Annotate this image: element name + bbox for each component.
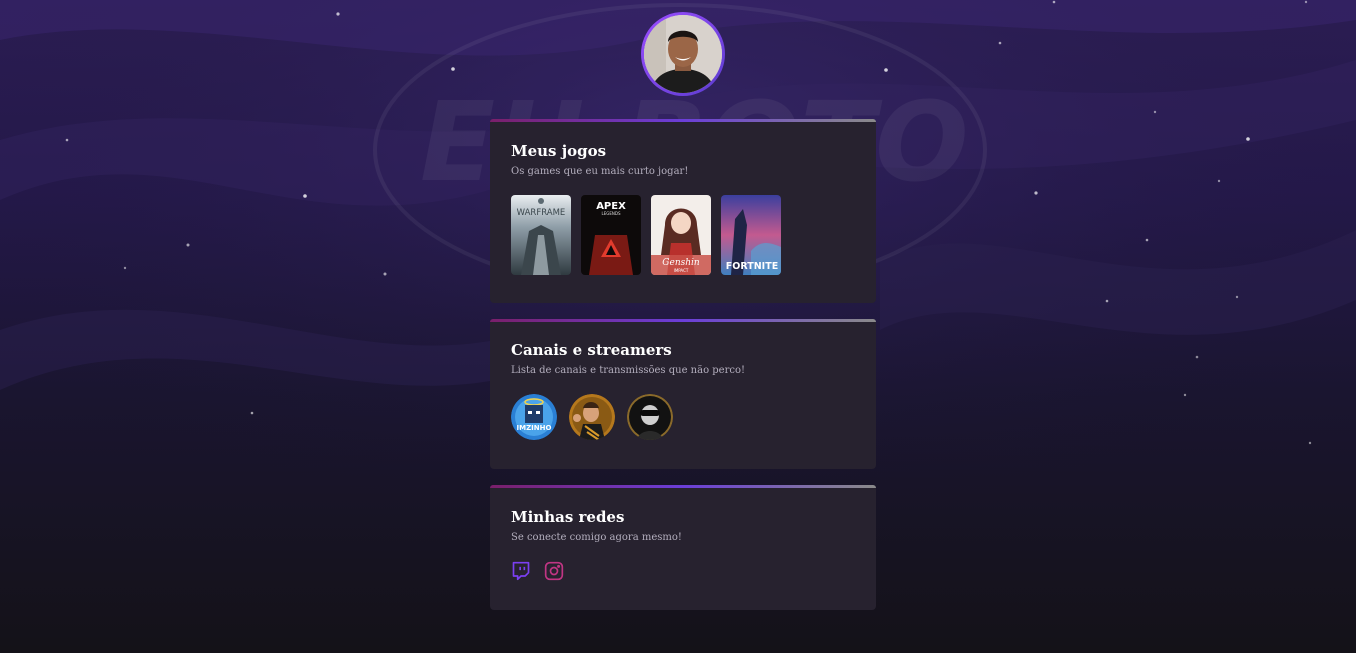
socials-card-title: Minhas redes bbox=[511, 508, 625, 526]
games-card-subtitle: Os games que eu mais curto jogar! bbox=[511, 166, 689, 177]
streamer-masked[interactable] bbox=[627, 394, 673, 440]
streamers-card-title: Canais e streamers bbox=[511, 341, 672, 359]
socials-card-subtitle: Se conecte comigo agora mesmo! bbox=[511, 532, 682, 543]
streamer-cartoon[interactable] bbox=[569, 394, 615, 440]
game-apex-sublabel: LEGENDS bbox=[602, 211, 621, 216]
games-card: Meus jogos Os games que eu mais curto jo… bbox=[490, 119, 876, 303]
streamer-imzinho[interactable]: IMZINHO bbox=[511, 394, 557, 440]
streamers-card: Canais e streamers Lista de canais e tra… bbox=[490, 319, 876, 469]
instagram-icon[interactable] bbox=[544, 561, 564, 581]
game-fortnite[interactable]: FORTNITE bbox=[721, 195, 781, 275]
streamers-card-subtitle: Lista de canais e transmissões que não p… bbox=[511, 365, 746, 376]
streamers-list: IMZINHO bbox=[511, 394, 855, 440]
games-list: WARFRAME APEX LEGENDS Genshin IMPACT FOR… bbox=[511, 195, 855, 275]
socials-card: Minhas redes Se conecte comigo agora mes… bbox=[490, 485, 876, 610]
game-warframe[interactable]: WARFRAME bbox=[511, 195, 571, 275]
twitch-icon[interactable] bbox=[511, 561, 531, 581]
game-fortnite-label: FORTNITE bbox=[726, 261, 778, 272]
game-genshin-impact[interactable]: Genshin IMPACT bbox=[651, 195, 711, 275]
streamer-imzinho-label: IMZINHO bbox=[517, 424, 552, 432]
game-warframe-label: WARFRAME bbox=[517, 208, 566, 218]
profile-avatar bbox=[641, 12, 725, 96]
game-apex-legends[interactable]: APEX LEGENDS bbox=[581, 195, 641, 275]
game-genshin-label: Genshin bbox=[662, 258, 700, 268]
socials-list bbox=[511, 561, 855, 581]
profile-photo bbox=[644, 15, 722, 93]
game-genshin-sublabel: IMPACT bbox=[674, 268, 689, 273]
games-card-title: Meus jogos bbox=[511, 142, 607, 160]
